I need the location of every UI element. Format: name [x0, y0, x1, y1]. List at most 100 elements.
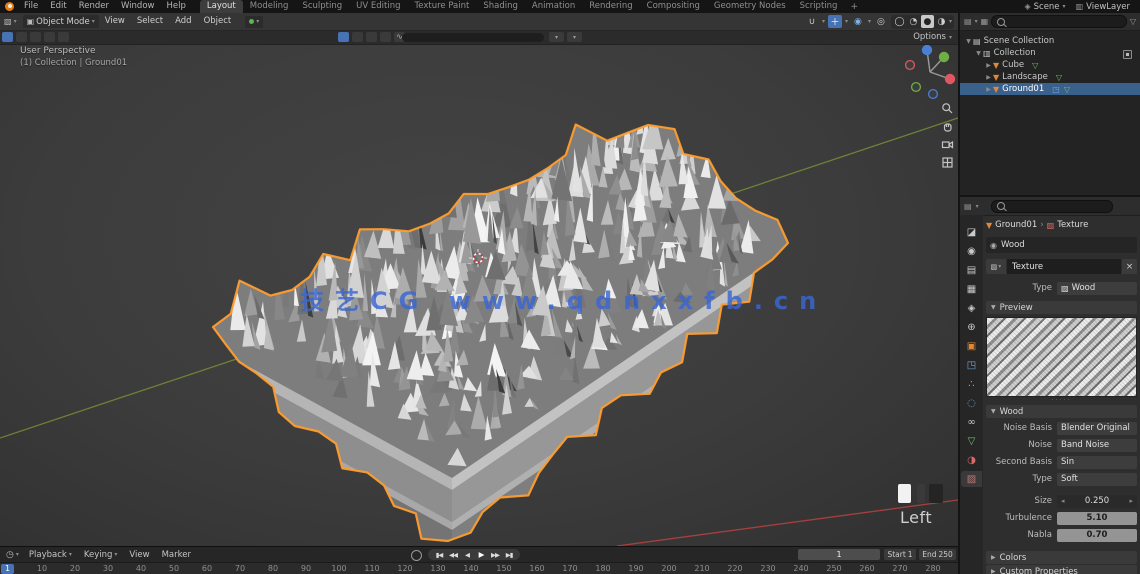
stepper-left-icon[interactable]: ◂ — [1061, 497, 1065, 505]
outliner-row-ground01[interactable]: ▶ ▼ Ground01 ◳ ▽ — [960, 83, 1140, 95]
mesh-data-icon[interactable]: ▽ — [1056, 73, 1062, 82]
options-dropdown[interactable]: Options ▾ — [913, 32, 952, 42]
select-mode-invert-icon[interactable] — [380, 32, 391, 42]
unlink-button[interactable]: × — [1122, 259, 1137, 274]
field-value-size[interactable]: ◂ 0.250 ▸ — [1057, 494, 1137, 508]
zoom-tool-button[interactable] — [939, 100, 956, 117]
blender-logo-icon[interactable] — [5, 2, 14, 11]
modifier-icon[interactable]: ◳ — [1052, 85, 1060, 94]
field-value-noise[interactable]: Band Noise — [1057, 438, 1137, 452]
display-mode-icon[interactable]: ▦ — [981, 17, 989, 26]
collection-checkbox[interactable] — [1123, 49, 1132, 59]
mode-dropdown[interactable]: ▣ Object Mode ▾ — [22, 15, 99, 28]
outliner-row-scene-collection[interactable]: ▼ ▤ Scene Collection — [960, 35, 1140, 47]
play-button[interactable]: ▶ — [475, 550, 487, 559]
play-reverse-button[interactable]: ◀ — [461, 551, 473, 559]
texture-slot-row[interactable]: ◉ Wood — [986, 237, 1137, 253]
workspace-tab-rendering[interactable]: Rendering — [582, 0, 639, 13]
menu-window[interactable]: Window — [115, 0, 161, 13]
scene-selector[interactable]: ◈ Scene ▾ — [1024, 2, 1065, 12]
ortho-toggle-button[interactable] — [939, 154, 956, 171]
field-value-type[interactable]: Soft — [1057, 472, 1137, 486]
properties-search[interactable] — [991, 199, 1114, 213]
field-value-second-basis[interactable]: Sin — [1057, 455, 1137, 469]
tool-scale-icon[interactable] — [58, 32, 69, 42]
workspace-tab-scripting[interactable]: Scripting — [793, 0, 845, 13]
expander-icon[interactable]: ▼ — [964, 38, 973, 45]
tool-options-field[interactable] — [402, 33, 544, 42]
solid-shading-icon[interactable]: ◔ — [907, 15, 920, 28]
editor-type-button[interactable]: ▧ ▾ — [0, 15, 21, 28]
properties-search-input[interactable] — [1008, 200, 1108, 212]
outliner-row-collection[interactable]: ▼ ▥ Collection — [960, 47, 1140, 59]
viewport-menu-view[interactable]: View — [99, 13, 131, 30]
frame-end-field[interactable]: End 250 — [919, 549, 956, 560]
properties-tab-modifiers[interactable]: ◳ — [961, 357, 982, 373]
collapsed-section-colors[interactable]: ▶ Colors — [986, 551, 1137, 564]
timeline-ruler[interactable]: 1 10 20 30 40 50 60 70 80 90 100 110 120 130 140 150 16… — [0, 563, 958, 574]
texture-type-dropdown[interactable]: ▨ Wood — [1057, 281, 1137, 295]
tool-move-icon[interactable] — [30, 32, 41, 42]
current-frame-field[interactable]: 1 — [798, 549, 880, 560]
material-shading-icon[interactable]: ● — [920, 15, 934, 28]
breadcrumb-context[interactable]: Texture — [1057, 220, 1088, 230]
preview-section-header[interactable]: ▼ Preview — [986, 301, 1137, 314]
camera-view-button[interactable] — [939, 136, 956, 153]
transform-orientation-dropdown[interactable]: ▾ — [245, 15, 264, 28]
browse-texture-button[interactable]: ▨ ▾ — [986, 259, 1006, 274]
select-mode-extend-icon[interactable] — [352, 32, 363, 42]
timeline-editor-button[interactable]: ◷ ▾ — [3, 550, 22, 560]
properties-tab-particles[interactable]: ∴ — [961, 376, 982, 392]
outliner-row-landscape[interactable]: ▶ ▼ Landscape ▽ — [960, 71, 1140, 83]
resize-handle[interactable]: ····· — [986, 398, 1137, 404]
prev-keyframe-button[interactable]: ◀◀ — [447, 551, 459, 559]
menu-help[interactable]: Help — [160, 0, 191, 13]
wood-section-header[interactable]: ▼ Wood — [986, 405, 1137, 418]
expander-icon[interactable]: ▼ — [974, 50, 983, 57]
texture-name-field[interactable]: Texture — [1007, 259, 1121, 274]
pan-tool-button[interactable] — [939, 118, 956, 135]
field-value-noise-basis[interactable]: Blender Original — [1057, 421, 1137, 435]
add-workspace-button[interactable]: + — [844, 2, 864, 12]
auto-keying-button[interactable] — [411, 550, 422, 561]
playhead-frame-tag[interactable]: 1 — [1, 564, 14, 574]
workspace-tab-texture-paint[interactable]: Texture Paint — [408, 0, 477, 13]
workspace-tab-layout[interactable]: Layout — [199, 0, 243, 13]
jump-end-button[interactable]: ▶▮ — [503, 551, 515, 559]
properties-tab-object-data[interactable]: ▽ — [961, 433, 982, 449]
outliner-row-cube[interactable]: ▶ ▼ Cube ▽ — [960, 59, 1140, 71]
viewport-menu-select[interactable]: Select — [131, 13, 169, 30]
viewport-menu-object[interactable]: Object — [198, 13, 238, 30]
tool-cursor-icon[interactable] — [16, 32, 27, 42]
overlays-icon[interactable]: ◎ — [874, 15, 888, 28]
collapsed-section-custom-properties[interactable]: ▶ Custom Properties — [986, 565, 1137, 574]
tool-widget-2[interactable]: ▾ — [567, 32, 582, 42]
viewport-3d[interactable]: User Perspective (1) Collection | Ground… — [0, 13, 958, 546]
field-value-nabla[interactable]: 0.70 — [1057, 528, 1137, 542]
outliner-search[interactable] — [991, 15, 1127, 28]
expander-icon[interactable]: ▶ — [984, 74, 993, 81]
stepper-right-icon[interactable]: ▸ — [1129, 497, 1133, 505]
properties-tab-material[interactable]: ◑ — [961, 452, 982, 468]
properties-tab-world[interactable]: ⊕ — [961, 319, 982, 335]
proportional-edit-icon[interactable]: ＋ — [827, 15, 842, 28]
timeline-menu-marker[interactable]: Marker — [157, 550, 196, 560]
properties-tab-scene[interactable]: ◈ — [961, 300, 982, 316]
view-layer-selector[interactable]: ▥ ViewLayer — [1076, 2, 1130, 12]
outliner-search-input[interactable] — [1008, 16, 1121, 27]
properties-tab-object[interactable]: ▣ — [961, 338, 982, 354]
viewport-menu-add[interactable]: Add — [169, 13, 197, 30]
properties-tab-view-layer[interactable]: ▦ — [961, 281, 982, 297]
workspace-tab-compositing[interactable]: Compositing — [640, 0, 707, 13]
workspace-tab-modeling[interactable]: Modeling — [243, 0, 296, 13]
jump-start-button[interactable]: ▮◀ — [433, 551, 445, 559]
workspace-tab-shading[interactable]: Shading — [476, 0, 525, 13]
field-value-turbulence[interactable]: 5.10 — [1057, 511, 1137, 525]
properties-tab-physics[interactable]: ◌ — [961, 395, 982, 411]
menu-edit[interactable]: Edit — [44, 0, 72, 13]
next-keyframe-button[interactable]: ▶▶ — [489, 551, 501, 559]
properties-tab-constraints[interactable]: ∞ — [961, 414, 982, 430]
mesh-data-icon[interactable]: ▽ — [1032, 61, 1038, 70]
gizmo-icon[interactable]: ◉ — [851, 15, 865, 28]
workspace-tab-animation[interactable]: Animation — [525, 0, 582, 13]
